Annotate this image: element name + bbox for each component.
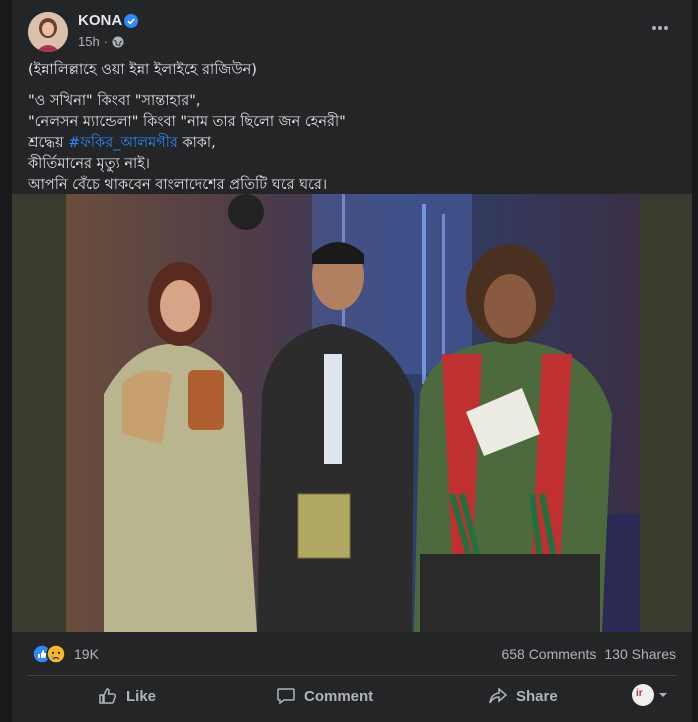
- chevron-down-icon: [659, 693, 667, 697]
- comments-count[interactable]: 658 Comments: [501, 646, 596, 662]
- meta-separator: ·: [103, 34, 109, 49]
- sad-reaction-icon: [46, 644, 66, 664]
- post-card: KONA 15h · (ইন্নালিল্লাহে ওয়া ইন্না ইলা…: [12, 0, 692, 722]
- post-line-prefix: শ্রদ্ধেয়: [28, 135, 64, 151]
- share-icon: [489, 687, 508, 704]
- hashtag-link[interactable]: #ফকির_আলমগীর: [68, 135, 178, 151]
- post-photo[interactable]: [12, 194, 692, 632]
- post-header: KONA 15h ·: [12, 0, 692, 60]
- post-line: আপনি বেঁচে থাকবেন বাংলাদেশের প্রতিটি ঘরে…: [28, 177, 328, 193]
- like-label: Like: [126, 687, 157, 705]
- share-label: Share: [516, 687, 558, 705]
- more-options-icon[interactable]: [650, 18, 670, 38]
- author-name[interactable]: KONA: [78, 12, 122, 29]
- divider: [28, 675, 676, 676]
- share-button[interactable]: Share: [488, 678, 558, 714]
- author-avatar[interactable]: [28, 12, 68, 52]
- post-line: কীর্তিমানের মৃত্যু নাই।: [28, 156, 150, 172]
- reactions-summary[interactable]: [32, 644, 72, 664]
- shares-count[interactable]: 130 Shares: [604, 646, 676, 662]
- photo-image: [66, 194, 640, 632]
- thumbs-up-icon: [99, 688, 117, 704]
- post-time[interactable]: 15h: [78, 34, 100, 49]
- comment-button[interactable]: Comment: [276, 678, 373, 714]
- post-line-suffix: কাকা,: [182, 135, 216, 151]
- reaction-count[interactable]: 19K: [74, 646, 99, 662]
- profile-avatar: ir: [632, 684, 654, 706]
- profile-initials: ir: [636, 688, 643, 699]
- react-as-profile-selector[interactable]: ir: [632, 684, 668, 706]
- like-button[interactable]: Like: [98, 678, 156, 714]
- globe-icon[interactable]: [112, 36, 124, 48]
- post-actions: Like Comment Share ir: [12, 678, 692, 714]
- avatar-image: [28, 12, 68, 52]
- engagement-counts: 658 Comments 130 Shares: [501, 646, 676, 662]
- post-text: (ইন্নালিল্লাহে ওয়া ইন্না ইলাইহে রাজিউন)…: [28, 60, 678, 196]
- post-line: (ইন্নালিল্লাহে ওয়া ইন্না ইলাইহে রাজিউন): [28, 62, 257, 78]
- post-stats: 19K 658 Comments 130 Shares: [12, 636, 692, 672]
- comment-label: Comment: [304, 687, 374, 705]
- post-line: শ্রদ্ধেয় #ফকির_আলমগীর কাকা,: [28, 133, 678, 154]
- verified-badge-icon: [124, 14, 138, 28]
- comment-icon: [277, 688, 295, 705]
- post-meta: 15h ·: [78, 34, 124, 49]
- post-line: "নেলসন ম্যান্ডেলা" কিংবা "নাম তার ছিলো জ…: [28, 114, 346, 130]
- post-line: "ও সখিনা" কিংবা "সান্তাহার",: [28, 93, 201, 109]
